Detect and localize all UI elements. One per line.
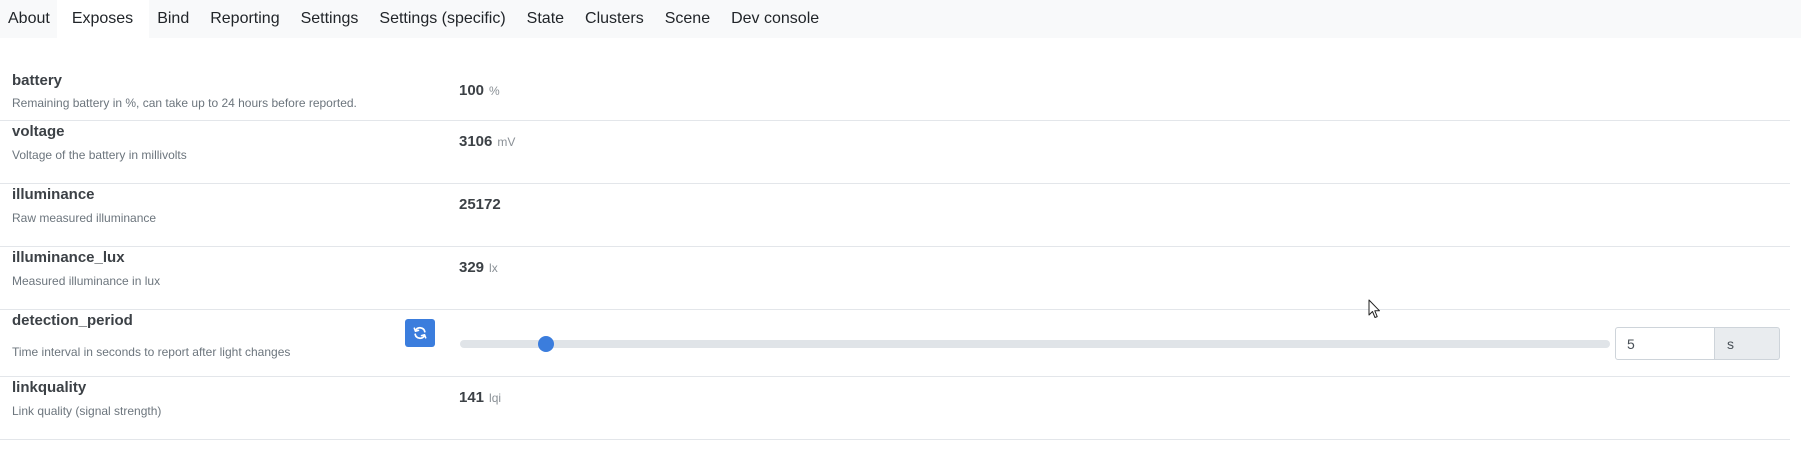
expose-name: illuminance_lux bbox=[12, 249, 125, 266]
expose-description: Time interval in seconds to report after… bbox=[12, 345, 291, 359]
detection-period-input-group: s bbox=[1615, 327, 1780, 360]
slider-thumb[interactable] bbox=[538, 336, 555, 352]
expose-description: Raw measured illuminance bbox=[12, 211, 157, 225]
tab-settings[interactable]: Settings bbox=[293, 0, 372, 38]
expose-value: 3106 mV bbox=[459, 133, 515, 150]
tab-bar: About Exposes Bind Reporting Settings Se… bbox=[0, 0, 1801, 38]
expose-row-battery: battery Remaining battery in %, can take… bbox=[0, 62, 1790, 121]
input-unit-label: s bbox=[1715, 327, 1780, 360]
value-unit: mV bbox=[497, 135, 516, 149]
expose-row-linkquality: linkquality Link quality (signal strengt… bbox=[0, 377, 1790, 440]
expose-value: 100 % bbox=[459, 82, 500, 99]
tab-exposes[interactable]: Exposes bbox=[56, 0, 150, 38]
expose-row-detection-period: detection_period Time interval in second… bbox=[0, 310, 1790, 377]
expose-description: Measured illuminance in lux bbox=[12, 274, 161, 288]
detection-period-slider[interactable] bbox=[460, 336, 1610, 352]
mouse-cursor-icon bbox=[1368, 299, 1380, 318]
expose-description: Remaining battery in %, can take up to 2… bbox=[12, 96, 357, 110]
expose-name: detection_period bbox=[12, 312, 133, 329]
expose-description: Link quality (signal strength) bbox=[12, 404, 162, 418]
detection-period-input[interactable] bbox=[1615, 327, 1715, 360]
value-number: 141 bbox=[459, 389, 485, 406]
expose-name: linkquality bbox=[12, 379, 87, 396]
tab-about[interactable]: About bbox=[0, 0, 57, 38]
value-number: 3106 bbox=[459, 133, 493, 150]
value-number: 25172 bbox=[459, 196, 501, 213]
tab-dev-console[interactable]: Dev console bbox=[723, 0, 832, 38]
expose-row-voltage: voltage Voltage of the battery in milliv… bbox=[0, 121, 1790, 184]
exposes-list: battery Remaining battery in %, can take… bbox=[0, 62, 1790, 440]
tab-clusters[interactable]: Clusters bbox=[577, 0, 657, 38]
expose-row-illuminance-lux: illuminance_lux Measured illuminance in … bbox=[0, 247, 1790, 310]
expose-name: illuminance bbox=[12, 186, 95, 203]
value-unit: % bbox=[489, 84, 500, 98]
refresh-icon bbox=[413, 326, 427, 340]
expose-name: battery bbox=[12, 72, 63, 89]
expose-value: 25172 bbox=[459, 196, 501, 213]
value-number: 100 bbox=[459, 82, 485, 99]
tab-settings-specific[interactable]: Settings (specific) bbox=[371, 0, 518, 38]
expose-row-illuminance: illuminance Raw measured illuminance 251… bbox=[0, 184, 1790, 247]
tab-scene[interactable]: Scene bbox=[657, 0, 723, 38]
tab-reporting[interactable]: Reporting bbox=[202, 0, 292, 38]
value-number: 329 bbox=[459, 259, 485, 276]
tab-bind[interactable]: Bind bbox=[149, 0, 202, 38]
expose-value: 329 lx bbox=[459, 259, 498, 276]
expose-description: Voltage of the battery in millivolts bbox=[12, 148, 187, 162]
value-unit: lqi bbox=[489, 391, 502, 405]
tab-state[interactable]: State bbox=[519, 0, 577, 38]
refresh-button[interactable] bbox=[405, 319, 435, 347]
value-unit: lx bbox=[489, 261, 498, 275]
expose-name: voltage bbox=[12, 123, 65, 140]
expose-value: 141 lqi bbox=[459, 389, 501, 406]
